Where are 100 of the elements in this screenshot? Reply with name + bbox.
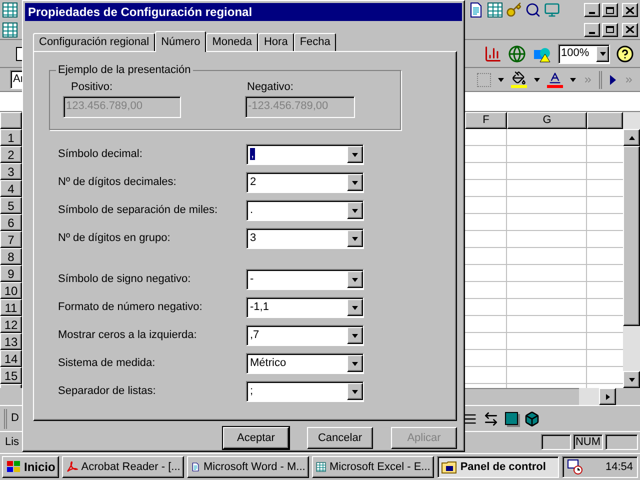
row-header[interactable]: 1 xyxy=(0,129,22,146)
status-panel xyxy=(605,434,638,450)
dropdown-field[interactable]: -1,1 xyxy=(246,297,364,318)
clock-time: 14:54 xyxy=(605,460,633,475)
caret-icon xyxy=(351,304,359,312)
tab[interactable]: Configuración regional xyxy=(33,33,156,51)
close-icon xyxy=(626,6,634,14)
restore-button[interactable] xyxy=(602,22,618,36)
field-label: Símbolo de separación de miles: xyxy=(58,203,219,218)
swirl-icon xyxy=(66,459,78,475)
caret-icon xyxy=(351,206,359,214)
field-label: Positivo: xyxy=(71,80,114,95)
row-header[interactable]: 15 xyxy=(0,367,22,384)
task-button[interactable]: Acrobat Reader - [... xyxy=(62,456,184,478)
caret-icon xyxy=(598,50,606,58)
row-header[interactable]: 12 xyxy=(0,316,22,333)
sample-field: -123.456.789,00 xyxy=(245,96,355,118)
task-button[interactable]: Microsoft Excel - E... xyxy=(312,456,434,478)
column-header[interactable] xyxy=(587,112,623,129)
folder-icon xyxy=(441,459,458,475)
scroll-up-button[interactable] xyxy=(623,129,640,146)
workbook-icon xyxy=(2,22,18,38)
dropdown-field[interactable]: - xyxy=(246,269,364,290)
task-button[interactable]: Microsoft Word - M... xyxy=(187,456,310,478)
scroll-thumb[interactable] xyxy=(623,146,640,326)
zoom-field[interactable]: 100% xyxy=(558,44,610,64)
status-panel xyxy=(541,434,571,450)
field-label: Negativo: xyxy=(247,80,294,95)
column-header[interactable]: F xyxy=(465,112,507,129)
field-label: Símbolo decimal: xyxy=(58,147,144,162)
dropdown-field[interactable]: ; xyxy=(246,381,364,402)
toolbar-label[interactable]: D xyxy=(11,410,19,427)
spreadsheet-icon xyxy=(316,459,326,475)
spreadsheet-icon xyxy=(487,2,503,18)
row-header[interactable]: 10 xyxy=(0,282,22,299)
close-button[interactable] xyxy=(622,22,638,36)
field-label: Nº de dígitos en grupo: xyxy=(58,231,172,246)
clock-icon[interactable] xyxy=(567,459,584,475)
line-style-icon[interactable] xyxy=(463,412,477,426)
dialog-button[interactable]: Aceptar xyxy=(223,427,289,449)
status-text: Lis xyxy=(5,434,20,450)
font-color-icon[interactable] xyxy=(547,71,563,88)
dropdown-field[interactable]: , xyxy=(246,144,364,165)
task-button[interactable]: Panel de control xyxy=(437,456,560,478)
tab[interactable]: Fecha xyxy=(294,33,336,51)
fill-color-icon[interactable] xyxy=(511,71,527,88)
field-label: Separador de listas: xyxy=(58,384,157,400)
globe-icon[interactable] xyxy=(508,44,526,62)
column-header[interactable]: G xyxy=(507,112,587,129)
dropdown-field[interactable]: Métrico xyxy=(246,353,364,374)
caret-icon xyxy=(351,150,359,158)
cube-icon[interactable] xyxy=(524,410,540,426)
restore-button[interactable] xyxy=(602,3,618,17)
caret-icon xyxy=(351,332,359,340)
dropdown-field[interactable]: . xyxy=(246,200,364,221)
caret-icon xyxy=(569,76,577,84)
dialog-button[interactable]: Cancelar xyxy=(307,427,373,449)
shadow-icon[interactable] xyxy=(505,412,518,425)
row-header[interactable]: 6 xyxy=(0,214,22,231)
up-arrow-icon xyxy=(628,134,636,142)
tab[interactable]: Número xyxy=(155,31,206,52)
vertical-scrollbar[interactable] xyxy=(623,112,640,388)
minimize-button[interactable] xyxy=(584,22,600,36)
close-button[interactable] xyxy=(622,3,638,17)
row-header[interactable]: 5 xyxy=(0,197,22,214)
caret-icon xyxy=(351,178,359,186)
help-icon[interactable] xyxy=(616,44,634,62)
field-label: Mostrar ceros a la izquierda: xyxy=(58,328,198,344)
field-label: Símbolo de signo negativo: xyxy=(58,272,192,288)
group-title: Ejemplo de la presentación xyxy=(56,63,193,77)
scroll-down-button[interactable] xyxy=(623,371,640,388)
row-header[interactable]: 9 xyxy=(0,265,22,282)
num-lock-indicator: NUM xyxy=(573,434,603,450)
dropdown-field[interactable]: 3 xyxy=(246,228,364,249)
row-header[interactable]: 2 xyxy=(0,146,22,163)
minimize-button[interactable] xyxy=(584,3,600,17)
document-icon xyxy=(468,2,484,18)
row-header[interactable]: 4 xyxy=(0,180,22,197)
sample-field: 123.456.789,00 xyxy=(63,96,181,118)
tab[interactable]: Hora xyxy=(258,33,294,51)
play-icon[interactable] xyxy=(608,74,618,86)
search-icon[interactable] xyxy=(525,2,541,18)
row-header[interactable]: 14 xyxy=(0,350,22,367)
start-button[interactable]: Inicio xyxy=(2,456,60,478)
corner-header[interactable] xyxy=(0,112,22,129)
caret-icon xyxy=(351,360,359,368)
dropdown-field[interactable]: 2 xyxy=(246,172,364,193)
scroll-right-button[interactable] xyxy=(599,388,616,405)
caret-icon xyxy=(351,276,359,284)
dropdown-field[interactable]: ,7 xyxy=(246,325,364,346)
caret-icon xyxy=(533,76,541,84)
row-header[interactable]: 13 xyxy=(0,333,22,350)
right-arrow-icon xyxy=(604,392,612,400)
row-header[interactable]: 3 xyxy=(0,163,22,180)
row-header[interactable]: 7 xyxy=(0,231,22,248)
row-header[interactable]: 8 xyxy=(0,248,22,265)
arrows-icon[interactable] xyxy=(483,410,499,426)
row-header[interactable]: 11 xyxy=(0,299,22,316)
tab[interactable]: Moneda xyxy=(206,33,258,51)
chart-icon[interactable] xyxy=(484,44,502,62)
